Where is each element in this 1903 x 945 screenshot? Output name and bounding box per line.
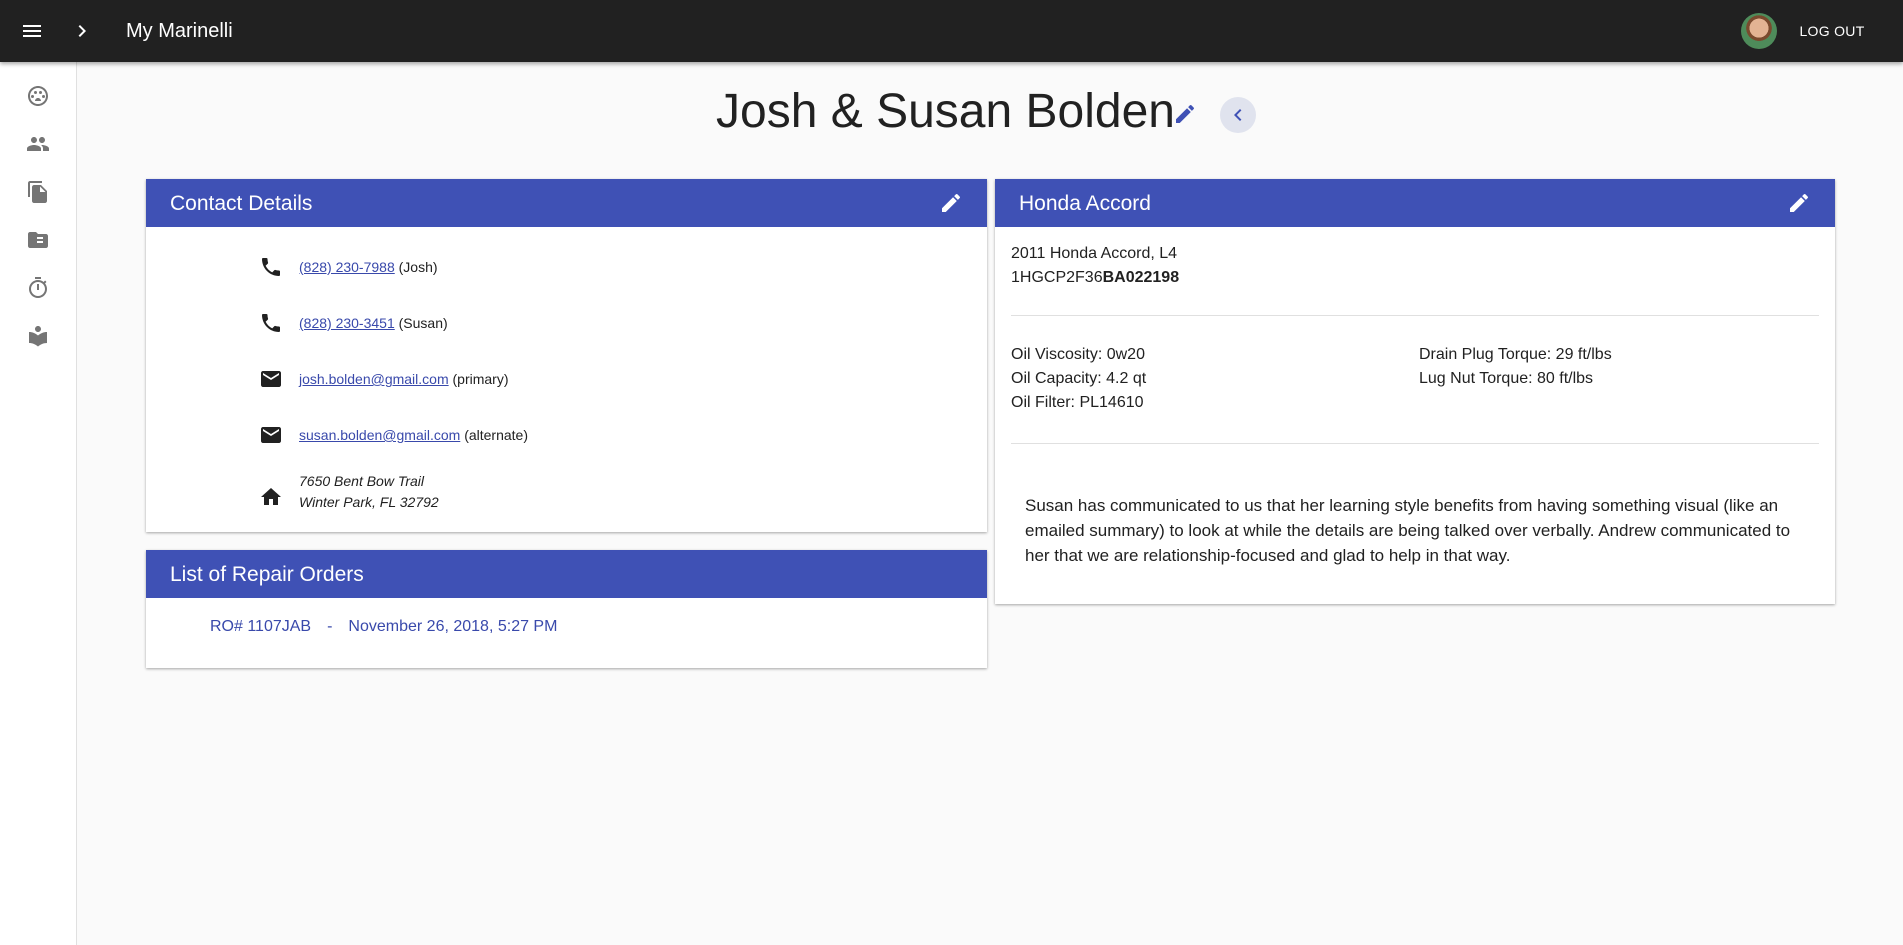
email-row: josh.bolden@gmail.com (primary) [146, 359, 987, 399]
address-line-2: Winter Park, FL 32792 [299, 494, 439, 510]
top-app-bar: My Marinelli LOG OUT [0, 0, 1903, 62]
email-icon [259, 367, 283, 391]
page-title: Josh & Susan Bolden [716, 85, 1175, 138]
email-icon [259, 423, 283, 447]
phone-icon [259, 311, 283, 335]
edit-vehicle-icon[interactable] [1787, 191, 1811, 215]
email-label: (alternate) [464, 427, 528, 443]
phone-row: (828) 230-7988 (Josh) [146, 247, 987, 287]
vehicle-description: 2011 Honda Accord, L4 [1011, 245, 1178, 262]
edit-customer-icon[interactable] [1173, 102, 1197, 126]
vehicle-vin: 1HGCP2F36BA022198 [1011, 266, 1179, 290]
phone-label: (Josh) [398, 259, 438, 275]
menu-icon[interactable] [20, 19, 44, 43]
customers-icon[interactable] [26, 132, 50, 156]
address-line-1: 7650 Bent Bow Trail [299, 473, 425, 489]
repair-order-date[interactable]: November 26, 2018, 5:27 PM [348, 618, 557, 635]
documents-icon[interactable] [26, 180, 50, 204]
repair-orders-header: List of Repair Orders [146, 550, 987, 598]
vin-prefix: 1HGCP2F36 [1011, 269, 1103, 286]
vin-suffix: BA022198 [1102, 269, 1180, 286]
divider [1011, 315, 1819, 316]
app-title: My Marinelli [126, 20, 233, 42]
spec-drain-plug-torque: Drain Plug Torque: 29 ft/lbs [1419, 346, 1612, 363]
address-row: 7650 Bent Bow Trail Winter Park, FL 3279… [146, 471, 987, 519]
email-link[interactable]: susan.bolden@gmail.com [299, 427, 460, 443]
card-title: Honda Accord [1019, 192, 1151, 215]
chevron-left-icon [1234, 109, 1242, 121]
email-row: susan.bolden@gmail.com (alternate) [146, 415, 987, 455]
contact-details-header: Contact Details [146, 179, 987, 227]
phone-row: (828) 230-3451 (Susan) [146, 303, 987, 343]
chevron-right-icon[interactable] [70, 19, 94, 43]
edit-contact-icon[interactable] [939, 191, 963, 215]
learning-icon[interactable] [26, 324, 50, 348]
spec-oil-viscosity: Oil Viscosity: 0w20 [1011, 346, 1145, 363]
side-navigation [0, 62, 77, 945]
phone-link[interactable]: (828) 230-7988 [299, 259, 395, 275]
phone-label: (Susan) [398, 315, 448, 331]
contact-details-card: Contact Details (828) 230-7988 (Josh) (8… [146, 179, 987, 532]
separator: - [327, 618, 333, 635]
home-icon [259, 485, 283, 509]
labels-icon[interactable] [26, 228, 50, 252]
customer-note: Susan has communicated to us that her le… [1025, 496, 1791, 565]
vehicle-card: Honda Accord 2011 Honda Accord, L4 1HGCP… [995, 179, 1835, 604]
email-label: (primary) [452, 371, 509, 387]
card-title: List of Repair Orders [170, 563, 364, 586]
timer-icon[interactable] [26, 276, 50, 300]
spec-oil-capacity: Oil Capacity: 4.2 qt [1011, 370, 1147, 387]
phone-link[interactable]: (828) 230-3451 [299, 315, 395, 331]
back-button[interactable] [1220, 97, 1256, 133]
divider [1011, 443, 1819, 444]
repair-order-number[interactable]: RO# 1107JAB [210, 618, 311, 635]
spec-oil-filter: Oil Filter: PL14610 [1011, 394, 1144, 411]
card-title: Contact Details [170, 192, 313, 215]
logout-button[interactable]: LOG OUT [1786, 18, 1878, 44]
avatar[interactable] [1741, 13, 1777, 49]
vehicle-header: Honda Accord [995, 179, 1835, 227]
repair-orders-card: List of Repair Orders RO# 1107JAB - Novemb… [146, 550, 987, 668]
spec-lug-nut-torque: Lug Nut Torque: 80 ft/lbs [1419, 370, 1594, 387]
phone-icon [259, 255, 283, 279]
email-link[interactable]: josh.bolden@gmail.com [299, 371, 449, 387]
dashboard-icon[interactable] [26, 84, 50, 108]
repair-order-item[interactable]: RO# 1107JAB - November 26, 2018, 5:27 PM [210, 617, 557, 637]
